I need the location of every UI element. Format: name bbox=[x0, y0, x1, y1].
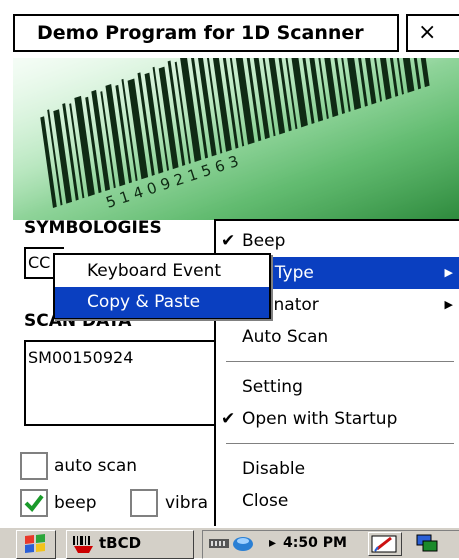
menu-separator bbox=[226, 443, 454, 445]
beep-label: beep bbox=[54, 493, 97, 513]
barcode-banner-icon: 5 1 4 0 9 2 1 5 6 3 bbox=[13, 58, 459, 220]
input-panel-button[interactable] bbox=[368, 532, 402, 556]
start-button[interactable] bbox=[16, 530, 56, 559]
tray-arrow-icon: ▸ bbox=[269, 535, 277, 551]
clock[interactable]: 4:50 PM bbox=[283, 535, 347, 551]
network-icon[interactable] bbox=[207, 535, 267, 553]
submenu: Keyboard Event Copy & Paste bbox=[53, 253, 271, 319]
desktop-icon[interactable] bbox=[415, 533, 445, 555]
menu-item-close[interactable]: Close bbox=[216, 485, 459, 517]
auto-scan-checkbox[interactable] bbox=[20, 452, 48, 480]
menu-item-setting[interactable]: Setting bbox=[216, 371, 459, 403]
taskbar-app-label: tBCD bbox=[99, 534, 142, 552]
windows-flag-icon bbox=[25, 534, 45, 553]
scan-data-field[interactable]: SM00150924 bbox=[24, 340, 214, 426]
window-title: Demo Program for 1D Scanner bbox=[13, 14, 399, 52]
close-button[interactable]: × bbox=[406, 14, 459, 52]
submenu-arrow-icon: ▶ bbox=[444, 298, 453, 311]
submenu-item-copy-paste[interactable]: Copy & Paste bbox=[55, 287, 269, 318]
check-icon: ✔ bbox=[221, 409, 236, 429]
system-tray: ▸ 4:50 PM bbox=[202, 530, 459, 559]
checkmark-icon bbox=[24, 494, 44, 513]
submenu-item-keyboard-event[interactable]: Keyboard Event bbox=[55, 256, 269, 287]
menu-item-open-with-startup[interactable]: ✔ Open with Startup bbox=[216, 403, 459, 435]
symbologies-label: SYMBOLOGIES bbox=[24, 218, 162, 238]
taskbar: tBCD ▸ 4:50 PM bbox=[0, 526, 459, 559]
auto-scan-label: auto scan bbox=[54, 456, 138, 476]
vibrate-checkbox[interactable] bbox=[130, 489, 158, 517]
pen-keyboard-icon bbox=[371, 535, 397, 553]
menu-separator bbox=[226, 361, 454, 363]
vibrate-label: vibra bbox=[165, 493, 208, 513]
taskbar-app-button[interactable]: tBCD bbox=[66, 530, 194, 559]
barcode-app-icon bbox=[73, 536, 93, 553]
menu-item-disable[interactable]: Disable bbox=[216, 453, 459, 485]
beep-checkbox[interactable] bbox=[20, 489, 48, 517]
barcode-image: 5 1 4 0 9 2 1 5 6 3 bbox=[13, 58, 459, 220]
submenu-arrow-icon: ▶ bbox=[444, 266, 453, 279]
menu-item-auto-scan[interactable]: Auto Scan bbox=[216, 321, 459, 353]
